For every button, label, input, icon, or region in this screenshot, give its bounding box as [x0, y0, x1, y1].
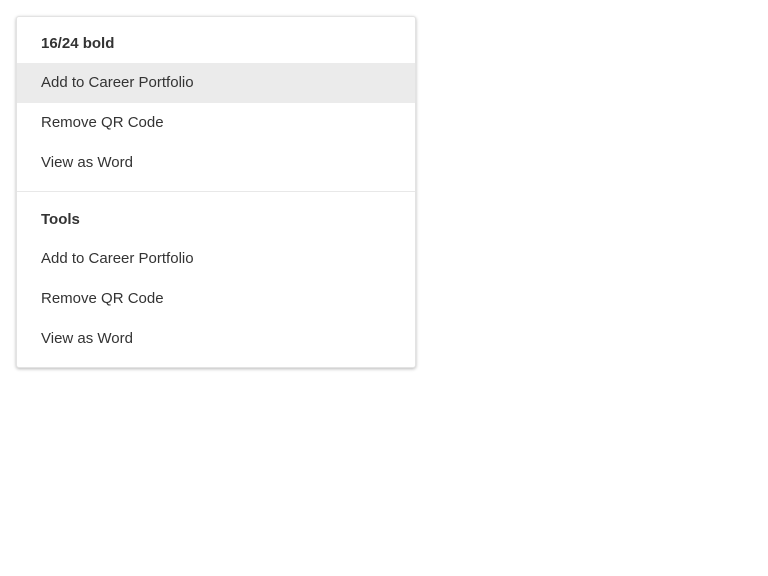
- menu-item-remove-qr-code[interactable]: Remove QR Code: [17, 103, 415, 143]
- menu-item-add-to-career-portfolio[interactable]: Add to Career Portfolio: [17, 63, 415, 103]
- menu-group-header-tools: Tools: [41, 211, 80, 228]
- menu-item-tools-view-as-word[interactable]: View as Word: [17, 319, 415, 359]
- menu-item-view-as-word[interactable]: View as Word: [17, 143, 415, 183]
- dropdown-menu: 16/24 bold Add to Career Portfolio Remov…: [16, 16, 416, 368]
- menu-item-tools-add-to-career-portfolio[interactable]: Add to Career Portfolio: [17, 239, 415, 279]
- menu-group-1: 16/24 bold Add to Career Portfolio Remov…: [17, 17, 415, 183]
- menu-group-header: 16/24 bold: [41, 35, 115, 52]
- menu-item-tools-remove-qr-code[interactable]: Remove QR Code: [17, 279, 415, 319]
- menu-group-tools: Tools Add to Career Portfolio Remove QR …: [17, 192, 415, 359]
